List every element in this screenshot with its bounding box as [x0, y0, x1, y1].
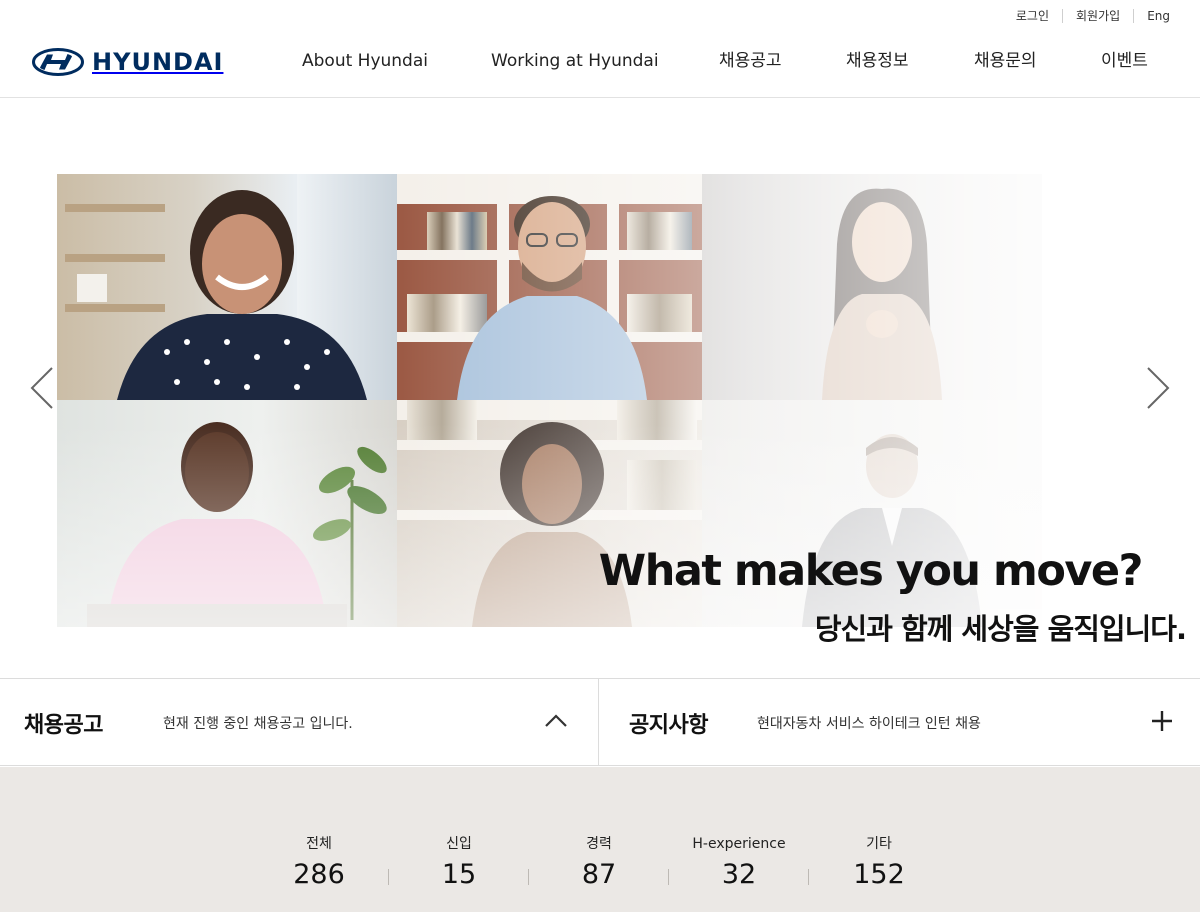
notice-bar: 공지사항 현대자동차 서비스 하이테크 인턴 채용 — [599, 678, 1200, 766]
chevron-up-icon — [545, 714, 567, 727]
stat-new-grad[interactable]: 신입 15 — [389, 835, 529, 891]
job-postings-title: 채용공고 — [24, 713, 103, 738]
job-postings-bar: 채용공고 현재 진행 중인 채용공고 입니다. — [0, 678, 599, 766]
chevron-left-icon — [30, 367, 53, 409]
job-postings-text: 현재 진행 중인 채용공고 입니다. — [163, 716, 353, 732]
signup-link[interactable]: 회원가입 — [1063, 8, 1133, 24]
hero-title: What makes you move? — [598, 546, 1144, 596]
stat-label: H-experience — [692, 836, 786, 852]
stat-other[interactable]: 기타 152 — [809, 835, 949, 891]
hero-banner: What makes you move? 당신과 함께 세상을 움직입니다. — [0, 98, 1200, 678]
hero-subtitle: 당신과 함께 세상을 움직입니다. — [814, 612, 1187, 646]
notice-title: 공지사항 — [629, 713, 708, 738]
login-link[interactable]: 로그인 — [1003, 8, 1062, 24]
stat-h-experience[interactable]: H-experience 32 — [669, 835, 809, 891]
stat-total[interactable]: 전체 286 — [249, 835, 389, 891]
notice-link[interactable]: 현대자동차 서비스 하이테크 인턴 채용 — [757, 713, 981, 733]
hero-next-arrow[interactable] — [1142, 366, 1172, 410]
nav-events[interactable]: 이벤트 — [1101, 50, 1148, 72]
stat-label: 전체 — [306, 836, 332, 852]
stat-value: 15 — [441, 859, 477, 890]
stat-label: 신입 — [446, 836, 472, 852]
stat-value: 32 — [721, 859, 757, 890]
nav-recruit-info[interactable]: 채용정보 — [846, 50, 909, 72]
stat-label: 기타 — [866, 836, 892, 852]
nav-job-postings[interactable]: 채용공고 — [719, 50, 782, 72]
nav-recruit-inquiry[interactable]: 채용문의 — [974, 50, 1037, 72]
stat-value: 87 — [581, 859, 617, 890]
stat-label: 경력 — [586, 836, 612, 852]
nav-working-at-hyundai[interactable]: Working at Hyundai — [491, 50, 659, 72]
stat-value: 286 — [293, 859, 345, 890]
main-nav: About Hyundai Working at Hyundai 채용공고 채용… — [0, 50, 1200, 74]
stat-value: 152 — [853, 859, 905, 890]
plus-icon — [1152, 711, 1172, 731]
hero-prev-arrow[interactable] — [28, 366, 58, 410]
more-notice-button[interactable] — [1148, 707, 1176, 735]
job-stats-panel: 전체 286 신입 15 경력 87 H-experience 32 기타 15… — [0, 767, 1200, 912]
language-link[interactable]: Eng — [1134, 8, 1170, 24]
stat-experienced[interactable]: 경력 87 — [529, 835, 669, 891]
collapse-button[interactable] — [542, 707, 570, 735]
nav-about-hyundai[interactable]: About Hyundai — [302, 50, 428, 72]
utility-nav: 로그인 회원가입 Eng — [1003, 8, 1170, 24]
chevron-right-icon — [1147, 367, 1170, 409]
